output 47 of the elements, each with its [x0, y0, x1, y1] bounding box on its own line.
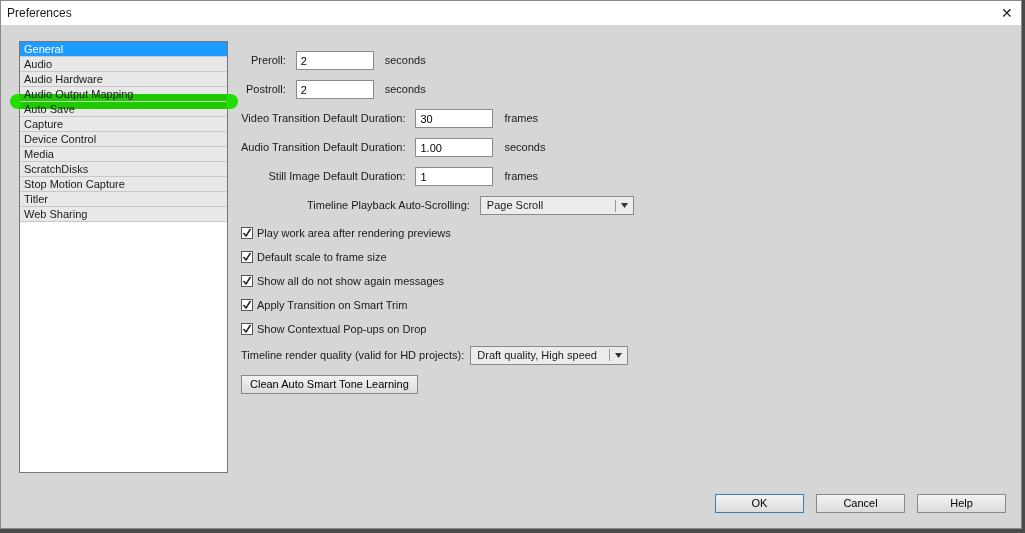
category-item[interactable]: Web Sharing — [20, 207, 227, 222]
dialog-button[interactable]: Help — [917, 494, 1006, 513]
checkbox-label: Show Contextual Pop-ups on Drop — [257, 321, 427, 337]
unit-label: seconds — [384, 82, 426, 98]
dropdown[interactable]: Draft quality, High speed — [470, 345, 629, 365]
text-field[interactable]: 2 — [295, 80, 374, 99]
category-item[interactable]: Audio — [20, 57, 227, 72]
field-label: Postroll: — [246, 82, 287, 98]
dialog-button[interactable]: OK — [715, 494, 804, 513]
text-field[interactable]: 2 — [295, 51, 374, 70]
unit-label: frames — [504, 111, 540, 127]
checkbox[interactable] — [241, 275, 253, 287]
text-field[interactable]: 1.00 — [415, 138, 494, 157]
category-item[interactable]: Auto Save — [20, 102, 227, 117]
unit-label: seconds — [384, 53, 426, 69]
unit-label: seconds — [504, 140, 546, 156]
text-field[interactable]: 1 — [415, 167, 494, 186]
field-label: Audio Transition Default Duration: — [241, 140, 407, 156]
dropdown[interactable]: Page Scroll — [479, 196, 634, 215]
category-item[interactable]: Capture — [20, 117, 227, 132]
category-item[interactable]: Stop Motion Capture — [20, 177, 227, 192]
checkbox-label: Apply Transition on Smart Trim — [257, 297, 408, 313]
checkbox-label: Default scale to frame size — [257, 249, 387, 265]
window-title: Preferences — [7, 5, 72, 22]
field-label: Still Image Default Duration: — [267, 169, 407, 185]
category-item[interactable]: Device Control — [20, 132, 227, 147]
checkbox[interactable] — [241, 323, 253, 335]
dropdown-caret-icon — [620, 203, 628, 208]
dropdown-caret-icon — [615, 352, 623, 358]
category-item[interactable]: Titler — [20, 192, 227, 207]
field-label: Timeline Playback Auto-Scrolling: — [307, 198, 471, 214]
category-item[interactable]: Media — [20, 147, 227, 162]
clean-learning-button[interactable]: Clean Auto Smart Tone Learning — [241, 375, 418, 394]
category-item[interactable]: Audio Hardware — [20, 72, 227, 87]
field-label: Preroll: — [249, 53, 287, 69]
category-item[interactable]: ScratchDisks — [20, 162, 227, 177]
text-field[interactable]: 30 — [415, 109, 494, 128]
checkbox-label: Play work area after rendering previews — [257, 225, 451, 241]
close-button[interactable]: ✕ — [1001, 6, 1013, 20]
checkbox[interactable] — [241, 251, 253, 263]
checkbox-label: Show all do not show again messages — [257, 273, 445, 289]
field-label: Timeline render quality (valid for HD projects): — [241, 347, 466, 363]
checkbox[interactable] — [241, 227, 253, 239]
unit-label: frames — [504, 169, 540, 185]
checkbox[interactable] — [241, 299, 253, 311]
dialog-button[interactable]: Cancel — [816, 494, 905, 513]
field-label: Video Transition Default Duration: — [241, 111, 407, 127]
